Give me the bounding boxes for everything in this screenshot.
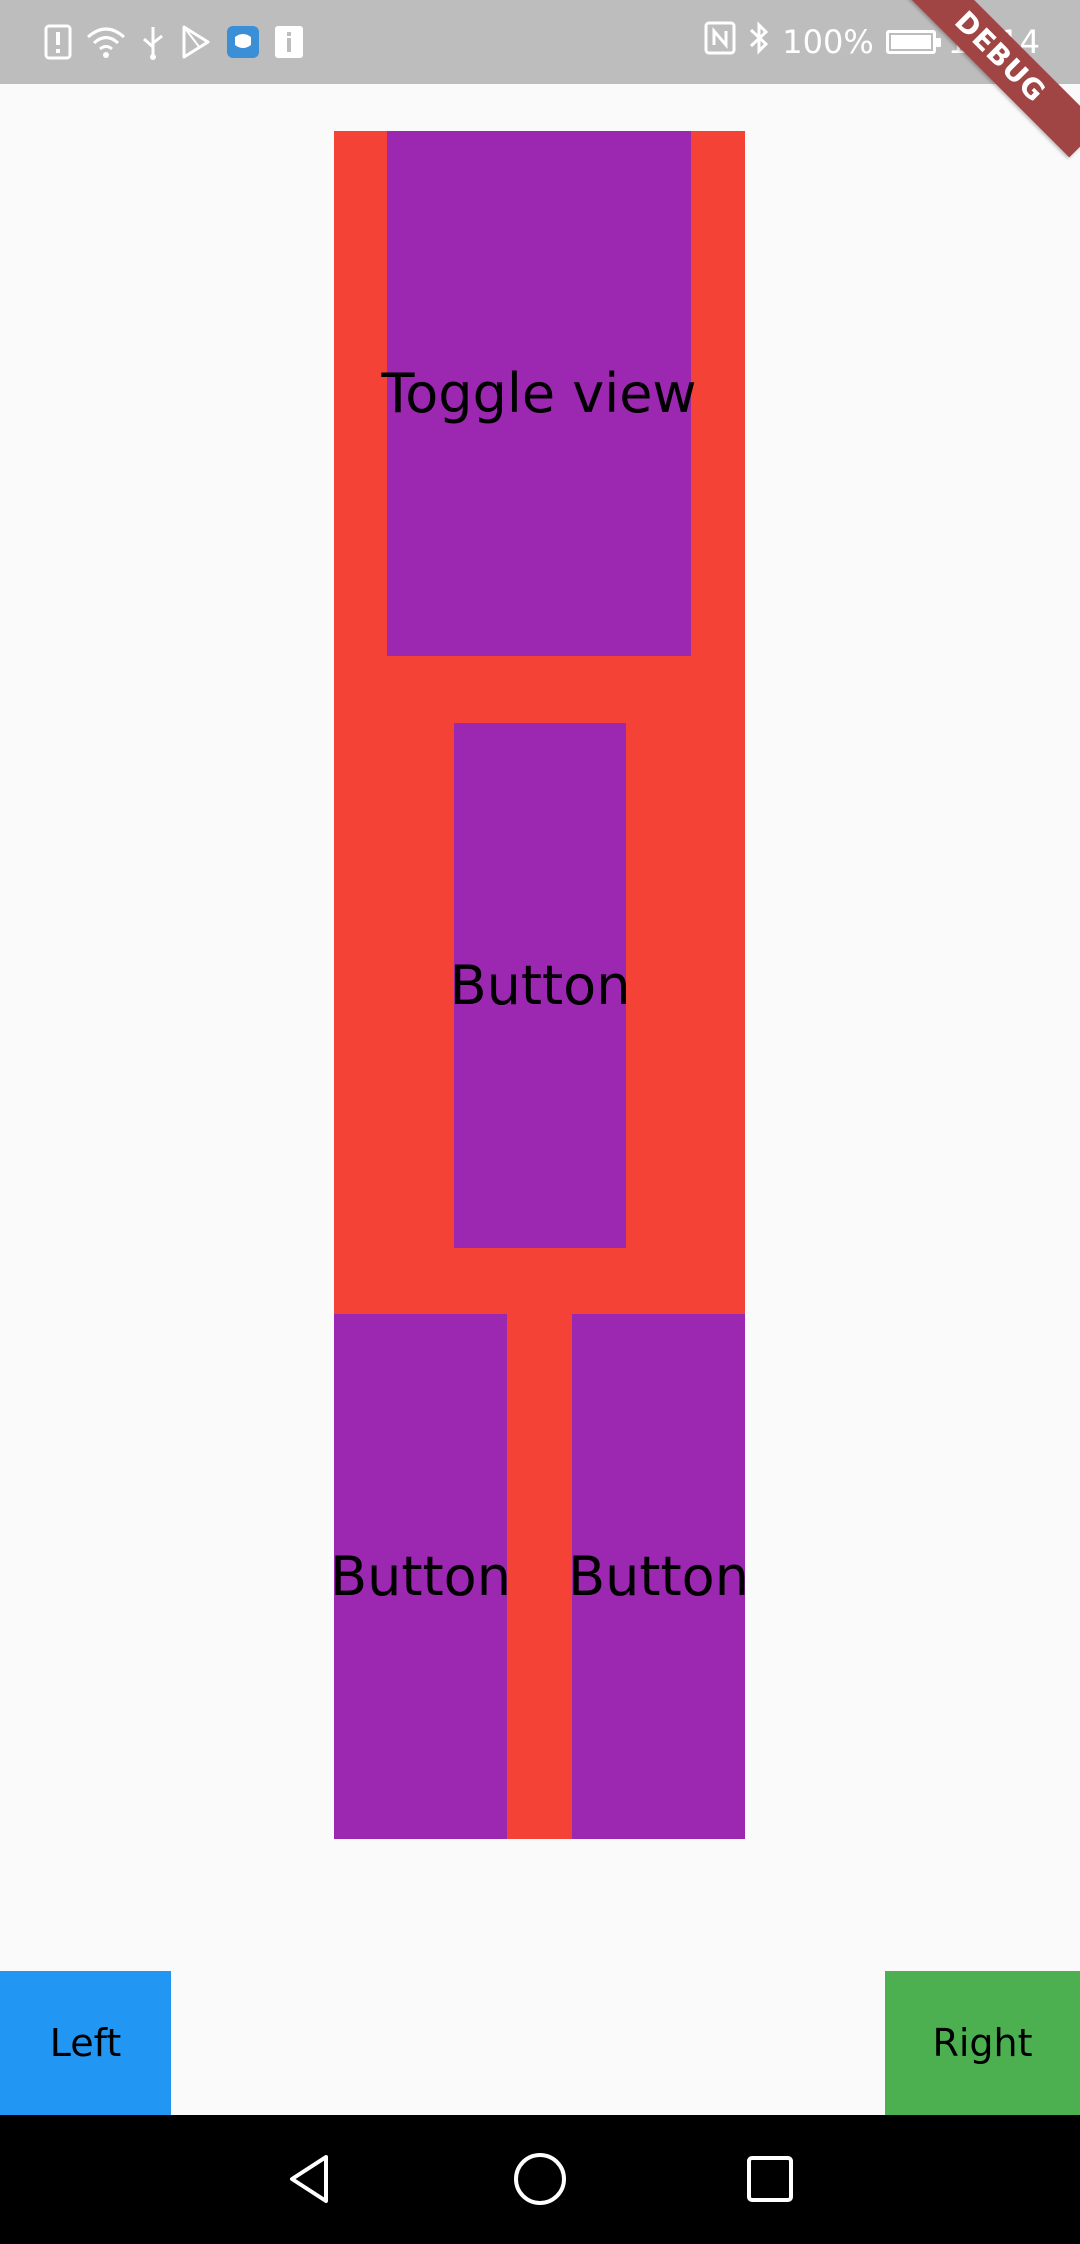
app-notification-icon (226, 25, 260, 59)
info-icon (274, 25, 304, 59)
bluetooth-icon (748, 20, 770, 64)
battery-icon (885, 30, 941, 54)
status-bar: 100% 14:14 (0, 0, 1080, 84)
navigation-bar (0, 2115, 1080, 2244)
wifi-icon (86, 25, 126, 59)
recents-icon[interactable] (740, 2149, 800, 2209)
bottom-left-button[interactable]: Button (330, 1314, 511, 1839)
sim-alert-icon (44, 24, 72, 60)
back-icon[interactable] (280, 2149, 340, 2209)
home-icon[interactable] (510, 2149, 570, 2209)
battery-percent: 100% (782, 23, 874, 61)
button-layout-container: Toggle view Button Button Button (330, 131, 749, 1839)
nfc-icon (704, 21, 736, 63)
play-store-icon (180, 24, 212, 60)
toggle-view-button[interactable]: Toggle view (381, 131, 697, 656)
usb-icon (140, 23, 166, 61)
bottom-right-button[interactable]: Button (568, 1314, 749, 1839)
center-button[interactable]: Button (450, 723, 630, 1248)
status-icons-left (44, 22, 304, 62)
left-button[interactable]: Left (0, 1971, 171, 2115)
right-button[interactable]: Right (885, 1971, 1080, 2115)
